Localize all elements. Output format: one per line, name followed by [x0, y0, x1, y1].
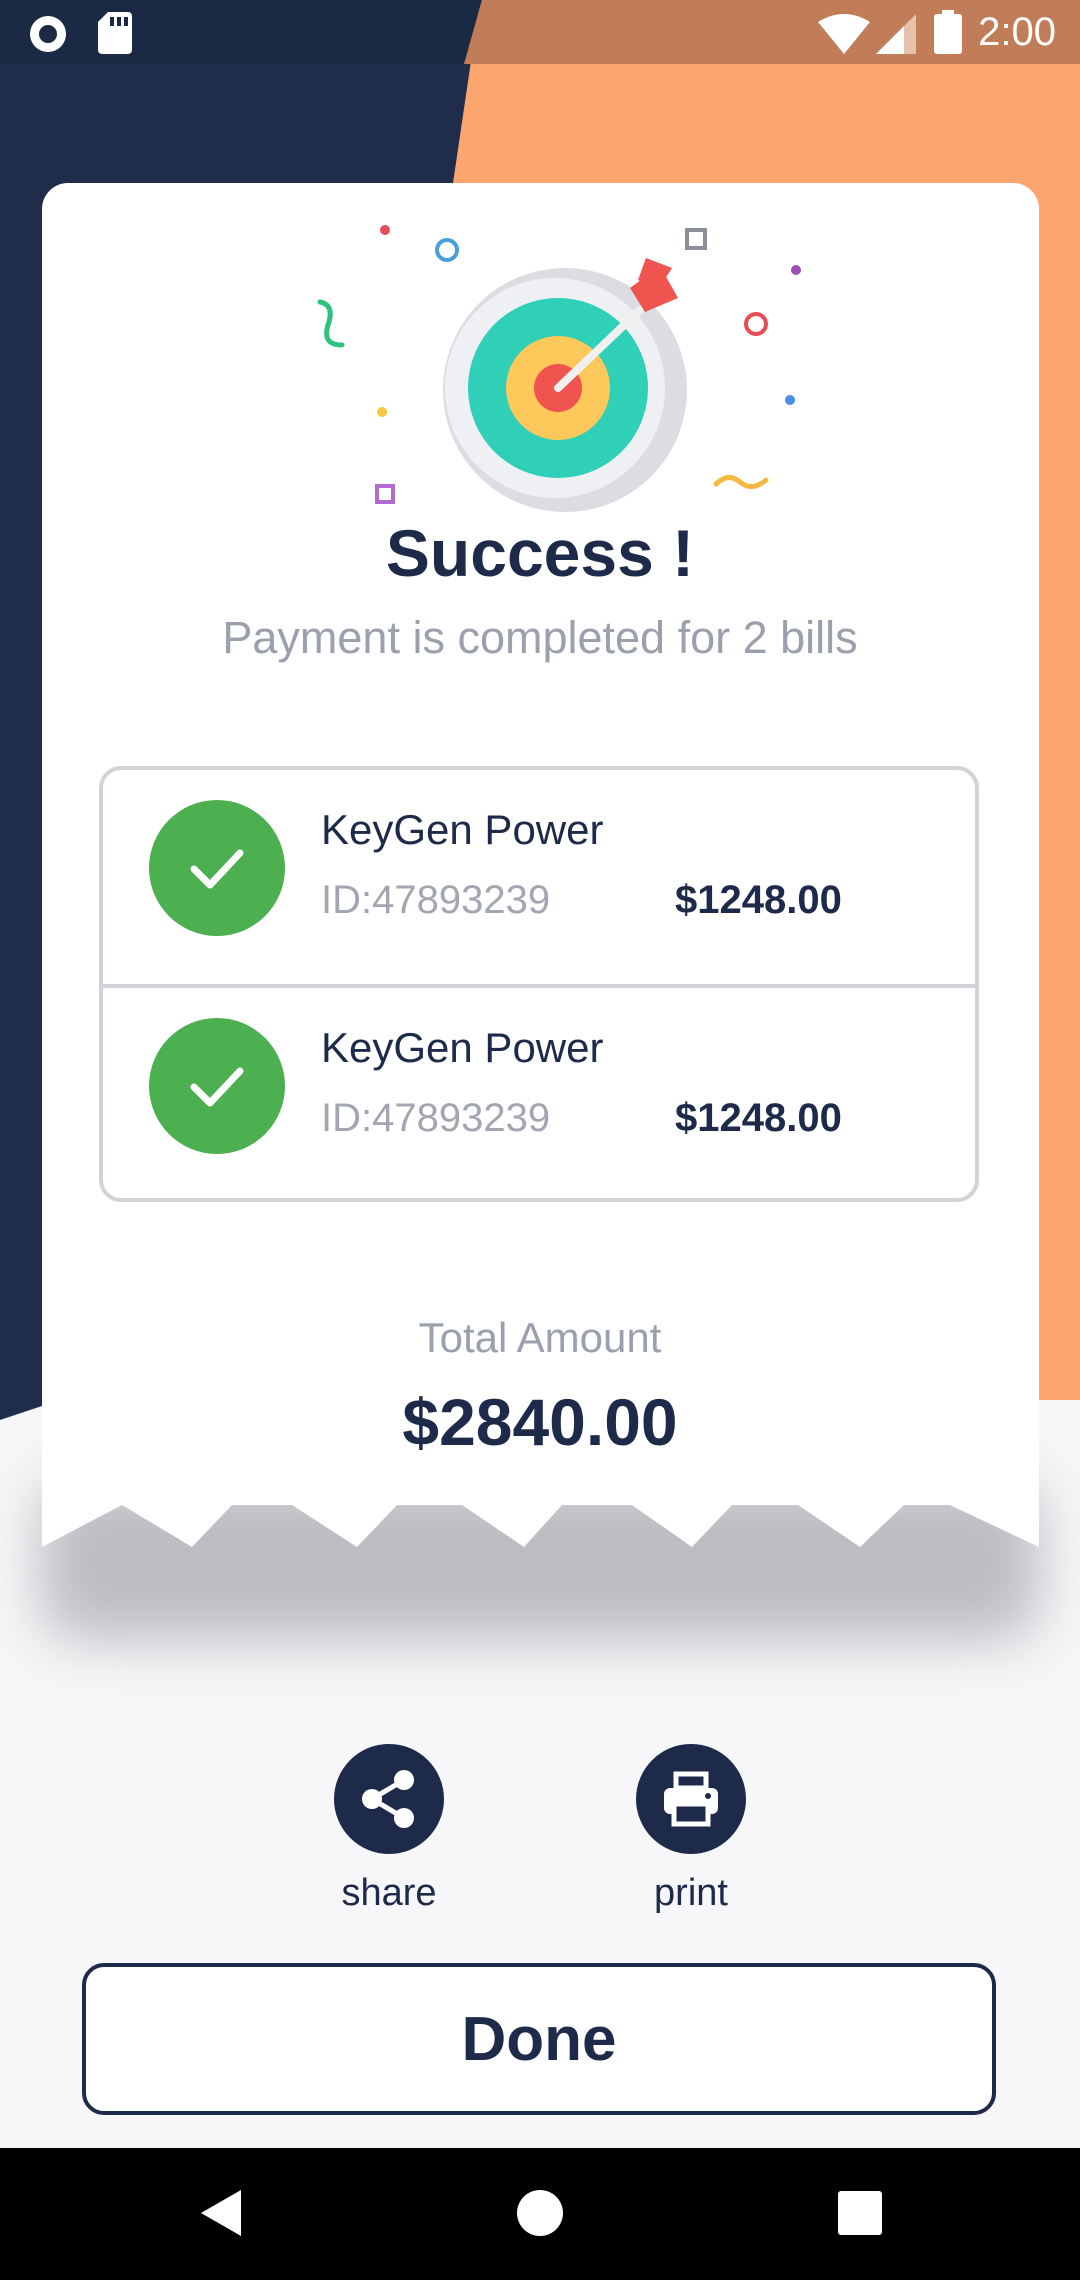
bill-name: KeyGen Power — [321, 1024, 604, 1071]
recents-icon[interactable] — [825, 2178, 895, 2248]
print-button[interactable]: print — [636, 1744, 746, 1914]
page-subtitle: Payment is completed for 2 bills — [222, 612, 858, 663]
signal-icon — [876, 14, 916, 54]
check-icon — [149, 1018, 285, 1154]
total-label: Total Amount — [418, 1314, 662, 1361]
share-icon — [362, 1770, 414, 1828]
done-button[interactable]: Done — [82, 1963, 996, 2115]
status-bar: 2:00 — [0, 0, 1080, 64]
bill-amount: $1248.00 — [675, 878, 842, 922]
bill-id: ID:47893239 — [321, 1096, 551, 1140]
print-label: print — [654, 1872, 728, 1914]
total-amount: $2840.00 — [402, 1385, 678, 1459]
back-icon[interactable] — [186, 2178, 256, 2248]
home-icon[interactable] — [505, 2178, 575, 2248]
bill-row: KeyGen Power ID:47893239 $1248.00 — [103, 988, 975, 1202]
bill-row: KeyGen Power ID:47893239 $1248.00 — [103, 770, 975, 988]
sd-card-icon — [98, 12, 132, 54]
check-icon — [149, 800, 285, 936]
bill-name: KeyGen Power — [321, 806, 604, 853]
wifi-icon — [818, 14, 870, 54]
record-icon — [30, 16, 66, 52]
bills-list: KeyGen Power ID:47893239 $1248.00 KeyGen… — [99, 766, 979, 1202]
bill-amount: $1248.00 — [675, 1096, 842, 1140]
bill-id: ID:47893239 — [321, 878, 551, 922]
page-title: Success ! — [385, 516, 695, 590]
share-button[interactable]: share — [334, 1744, 444, 1914]
share-label: share — [341, 1872, 437, 1914]
clock: 2:00 — [978, 10, 1056, 54]
battery-icon — [934, 10, 962, 54]
navigation-bar — [0, 2148, 1080, 2280]
target-dart-icon — [317, 225, 801, 512]
print-icon — [664, 1771, 718, 1827]
